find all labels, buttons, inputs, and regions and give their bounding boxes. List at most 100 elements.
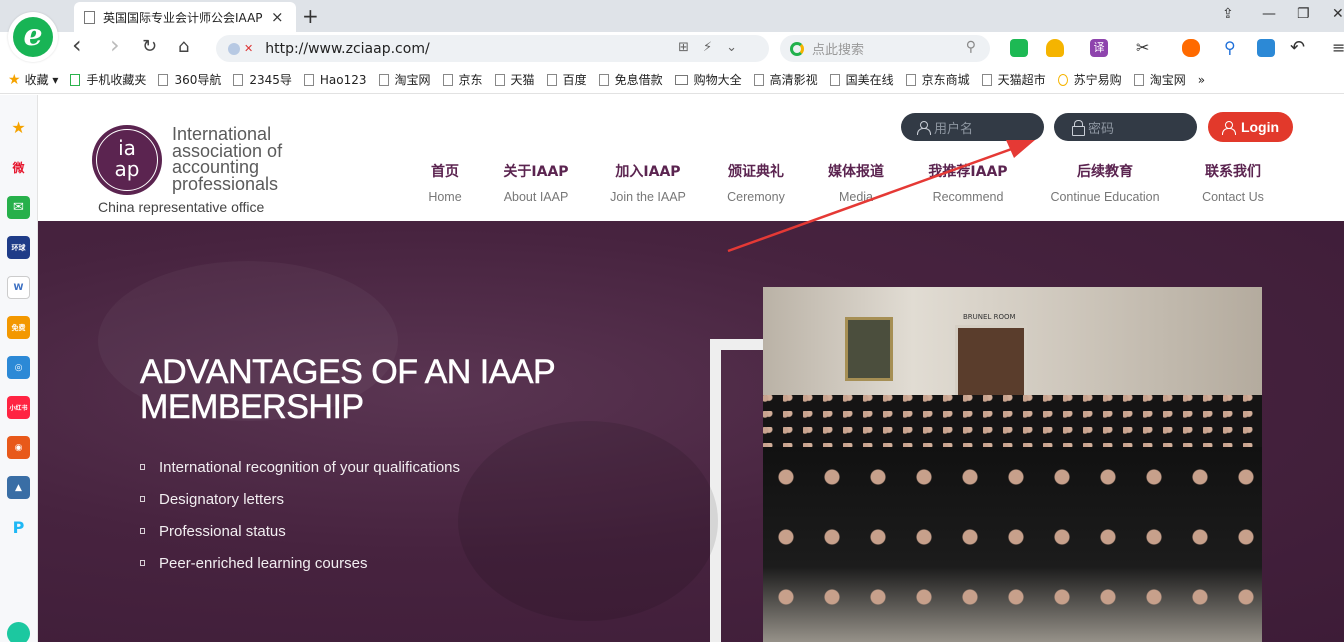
brand-name[interactable]: International association of accounting … (172, 125, 282, 192)
logo-mark-bottom: ap (114, 157, 140, 181)
hero-title-line: MEMBERSHIP (140, 388, 365, 426)
login-label: Login (1240, 119, 1280, 135)
word-icon[interactable]: W (7, 276, 30, 299)
nav-recommend[interactable]: 我推荐IAAP Recommend (918, 162, 1018, 206)
nav-label-cn: 联系我们 (1205, 164, 1261, 180)
game3-icon[interactable]: ▲ (7, 476, 30, 499)
bookmark-item[interactable]: Hao123 (303, 73, 367, 87)
close-window-button[interactable]: ✕ (1332, 6, 1344, 22)
magnifier-icon[interactable]: ⚲ (1224, 39, 1242, 57)
bookmarks-more-button[interactable]: » (1198, 73, 1205, 87)
password-input[interactable]: 密码 (1088, 118, 1114, 137)
translate-icon[interactable]: 译 (1090, 39, 1108, 57)
browser-titlebar: 英国国际专业会计师公会IAAP × + ⇪ — ❐ ✕ (0, 0, 1344, 32)
forward-button[interactable]: › (110, 31, 120, 59)
browser-tab[interactable]: 英国国际专业会计师公会IAAP × (74, 2, 296, 32)
weibo-icon[interactable]: 微 (7, 156, 30, 179)
bookmark-item[interactable]: 京东 (442, 71, 483, 88)
bookmark-item[interactable]: 高清影视 (753, 71, 818, 88)
skin-icon[interactable]: ⇪ (1222, 6, 1234, 22)
new-tab-button[interactable]: + (302, 4, 319, 28)
favorites-icon[interactable]: ★ (7, 116, 30, 139)
search-icon[interactable]: ⚲ (966, 39, 976, 55)
bookmark-item[interactable]: 京东商城 (905, 71, 970, 88)
xiaohongshu-icon[interactable]: 小红书 (7, 396, 30, 419)
bullet-icon (140, 464, 145, 470)
game-icon[interactable]: ◎ (7, 356, 30, 379)
nav-label-cn: 颁证典礼 (728, 164, 784, 180)
username-field[interactable]: 用户名 (901, 113, 1044, 141)
clover-icon[interactable] (7, 622, 30, 642)
website: ia ap International association of accou… (38, 95, 1344, 642)
user-icon (1221, 120, 1236, 135)
bookmark-item[interactable]: 360导航 (158, 71, 221, 88)
benefit-item: International recognition of your qualif… (140, 451, 460, 483)
login-button[interactable]: Login (1208, 112, 1293, 142)
minimize-button[interactable]: — (1262, 6, 1276, 22)
doc-icon (1133, 73, 1144, 86)
undo-icon[interactable]: ↶ (1290, 39, 1308, 57)
bookmark-item[interactable]: 淘宝网 (1133, 71, 1186, 88)
nav-education[interactable]: 后续教育 Continue Education (1044, 162, 1166, 206)
password-field[interactable]: 密码 (1054, 113, 1197, 141)
nav-home[interactable]: 首页 Home (410, 162, 480, 206)
apps-icon[interactable] (1257, 39, 1275, 57)
menu-icon[interactable]: ≡ (1332, 39, 1344, 57)
browser-logo-icon[interactable]: e (8, 12, 58, 62)
game2-icon[interactable]: ◉ (7, 436, 30, 459)
pdd-icon[interactable]: P (7, 516, 30, 539)
bookmark-item[interactable]: 2345导 (233, 71, 292, 88)
doc-icon (442, 73, 453, 86)
nav-label-cn: 首页 (431, 164, 459, 180)
door (955, 325, 1027, 405)
search-input[interactable]: 点此搜索 (812, 39, 864, 58)
nav-about[interactable]: 关于IAAP About IAAP (496, 162, 576, 206)
doc-icon (829, 73, 840, 86)
search-engine-icon[interactable] (790, 41, 804, 56)
iaap-logo-icon[interactable]: ia ap (92, 125, 162, 195)
bookmark-item[interactable]: 苏宁易购 (1057, 71, 1122, 88)
bookmark-item[interactable]: 免息借款 (598, 71, 663, 88)
doc-icon (378, 73, 389, 86)
url-text[interactable]: http://www.zciaap.com/ (265, 41, 429, 57)
bookmark-item[interactable]: 百度 (546, 71, 587, 88)
home-button[interactable]: ⌂ (178, 36, 189, 57)
doc-icon (158, 73, 169, 86)
news-icon[interactable]: 环球 (7, 236, 30, 259)
tab-title: 英国国际专业会计师公会IAAP (103, 10, 263, 25)
nav-media[interactable]: 媒体报道 Media (818, 162, 894, 206)
hero-title: ADVANTAGES OF AN IAAP MEMBERSHIP (140, 353, 660, 426)
maximize-button[interactable]: ❐ (1297, 6, 1310, 22)
bookmark-item[interactable]: 淘宝网 (378, 71, 431, 88)
benefit-item: Peer-enriched learning courses (140, 547, 460, 579)
hero-banner: ADVANTAGES OF AN IAAP MEMBERSHIP Interna… (38, 221, 1344, 642)
doc-icon (598, 73, 609, 86)
site-info-icon[interactable] (228, 42, 240, 55)
search-box[interactable]: 点此搜索 ⚲ (780, 35, 990, 62)
address-bar[interactable]: ✕ http://www.zciaap.com/ ⊞⚡⌄ (216, 35, 769, 62)
back-button[interactable]: ‹ (72, 31, 82, 59)
close-tab-icon[interactable]: × (271, 8, 284, 26)
username-input[interactable]: 用户名 (934, 118, 973, 137)
bookmark-mobile[interactable]: 手机收藏夹 (70, 71, 146, 88)
extension-shield-icon[interactable] (1046, 39, 1064, 57)
bullet-icon (140, 496, 145, 502)
gamepad-icon[interactable] (1182, 39, 1200, 57)
user-icon (917, 120, 931, 135)
scissors-icon[interactable]: ✂ (1136, 39, 1154, 57)
bookmark-favorites[interactable]: ★ 收藏 ▾ (8, 71, 58, 88)
hero-title-line: ADVANTAGES OF AN IAAP (140, 353, 556, 391)
nav-contact[interactable]: 联系我们 Contact Us (1194, 162, 1272, 206)
novel-icon[interactable]: 免费 (7, 316, 30, 339)
nav-ceremony[interactable]: 颁证典礼 Ceremony (718, 162, 794, 206)
bookmark-item[interactable]: 国美在线 (829, 71, 894, 88)
bookmark-item[interactable]: 天猫超市 (981, 71, 1046, 88)
mail-icon[interactable]: ✉ (7, 196, 30, 219)
bookmark-folder[interactable]: 购物大全 (674, 71, 742, 88)
address-tools-icon[interactable]: ⊞⚡⌄ (678, 40, 751, 55)
extension-green-icon[interactable] (1010, 39, 1028, 57)
refresh-button[interactable]: ↻ (142, 36, 157, 57)
nav-join[interactable]: 加入IAAP Join the IAAP (600, 162, 696, 206)
doc-icon (494, 73, 505, 86)
bookmark-item[interactable]: 天猫 (494, 71, 535, 88)
